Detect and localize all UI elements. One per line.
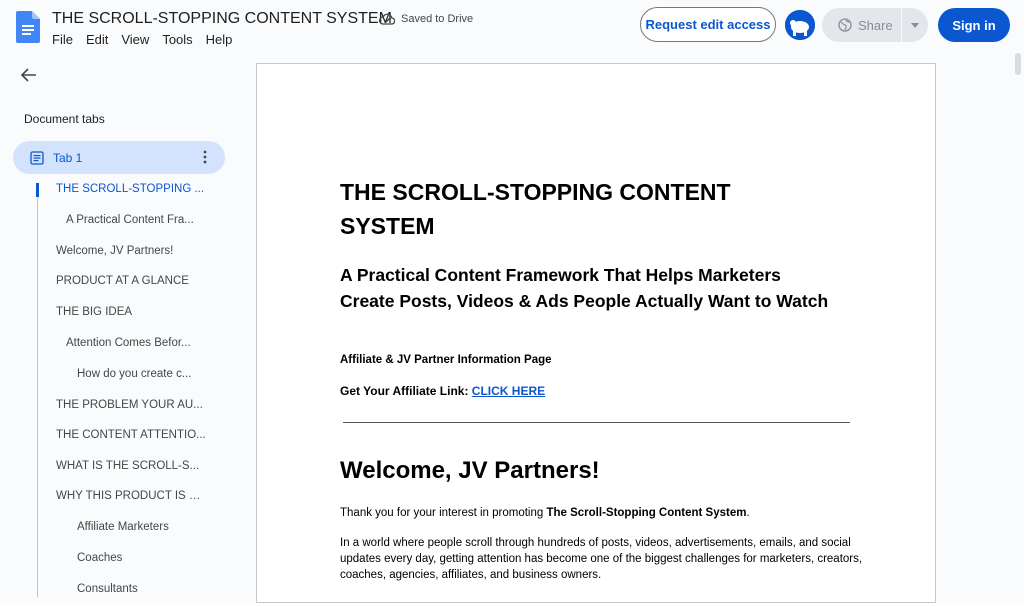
outline-item[interactable]: Consultants bbox=[77, 583, 227, 595]
outline-item[interactable]: Affiliate Marketers bbox=[77, 521, 227, 533]
cloud-check-icon bbox=[379, 13, 395, 25]
tab-label: Tab 1 bbox=[53, 150, 83, 165]
outline-active-indicator bbox=[36, 183, 39, 197]
scrollbar-thumb[interactable] bbox=[1015, 53, 1021, 75]
document-title[interactable]: THE SCROLL-STOPPING CONTENT SYSTEM bbox=[52, 10, 392, 28]
affiliate-link-line: Get Your Affiliate Link: CLICK HERE bbox=[340, 384, 545, 398]
top-bar: THE SCROLL-STOPPING CONTENT SYSTEM Saved… bbox=[0, 0, 1024, 56]
intro-paragraph: In a world where people scroll through h… bbox=[340, 537, 863, 581]
document-icon bbox=[30, 150, 44, 165]
caret-down-icon bbox=[911, 22, 919, 28]
share-label: Share bbox=[858, 17, 893, 33]
sign-in-button[interactable]: Sign in bbox=[938, 8, 1010, 42]
doc-heading-2: A Practical Content Framework That Helps… bbox=[340, 265, 829, 311]
affiliate-link-prefix: Get Your Affiliate Link: bbox=[340, 384, 472, 398]
doc-heading-1: THE SCROLL-STOPPING CONTENT SYSTEM bbox=[340, 179, 731, 239]
outline-item[interactable]: WHY THIS PRODUCT IS E... bbox=[56, 490, 206, 502]
outline-item[interactable]: Coaches bbox=[77, 552, 227, 564]
click-here-link[interactable]: CLICK HERE bbox=[472, 384, 545, 398]
share-button[interactable]: Share bbox=[822, 8, 928, 42]
scrollbar[interactable] bbox=[1012, 56, 1024, 597]
document-page[interactable]: THE SCROLL-STOPPING CONTENT SYSTEM A Pra… bbox=[256, 63, 936, 603]
horizontal-divider bbox=[343, 422, 850, 423]
welcome-heading: Welcome, JV Partners! bbox=[340, 457, 600, 484]
outline-item[interactable]: Welcome, JV Partners! bbox=[56, 245, 206, 257]
share-main[interactable]: Share bbox=[822, 8, 902, 42]
outline-guide-line bbox=[37, 183, 38, 597]
menu-help[interactable]: Help bbox=[206, 32, 240, 47]
arrow-back-icon[interactable] bbox=[18, 64, 40, 86]
outline-item[interactable]: WHAT IS THE SCROLL-S... bbox=[56, 460, 206, 472]
outline-item[interactable]: A Practical Content Fra... bbox=[66, 214, 216, 226]
user-avatar-icon bbox=[785, 10, 815, 40]
share-dropdown[interactable] bbox=[902, 22, 928, 28]
outline-item[interactable]: How do you create c... bbox=[77, 368, 207, 380]
tab-1[interactable]: Tab 1 bbox=[13, 141, 225, 174]
sidebar-title: Document tabs bbox=[24, 112, 105, 126]
thanks-suffix: . bbox=[746, 507, 750, 519]
outline-item[interactable]: THE PROBLEM YOUR AU... bbox=[56, 399, 206, 411]
outline-item[interactable]: THE CONTENT ATTENTIO... bbox=[56, 429, 206, 441]
affiliate-heading: Affiliate & JV Partner Information Page bbox=[340, 354, 552, 366]
thanks-prefix: Thank you for your interest in promoting bbox=[340, 507, 547, 519]
menu-bar: File Edit View Tools Help bbox=[52, 32, 245, 47]
menu-view[interactable]: View bbox=[121, 32, 156, 47]
outline-item[interactable]: THE BIG IDEA bbox=[56, 306, 206, 318]
globe-icon bbox=[838, 18, 852, 32]
docs-logo-icon[interactable] bbox=[16, 11, 40, 43]
avatar[interactable] bbox=[785, 10, 815, 40]
product-name-bold: The Scroll-Stopping Content System bbox=[546, 507, 747, 519]
outline-item[interactable]: THE SCROLL-STOPPING ... bbox=[56, 183, 206, 195]
request-edit-access-button[interactable]: Request edit access bbox=[640, 7, 776, 42]
menu-file[interactable]: File bbox=[52, 32, 80, 47]
menu-edit[interactable]: Edit bbox=[86, 32, 115, 47]
save-status-label: Saved to Drive bbox=[401, 13, 474, 25]
save-status[interactable]: Saved to Drive bbox=[379, 13, 473, 25]
outline-item[interactable]: PRODUCT AT A GLANCE bbox=[56, 275, 206, 287]
more-vert-icon[interactable] bbox=[203, 150, 207, 164]
menu-tools[interactable]: Tools bbox=[162, 32, 199, 47]
outline-item[interactable]: Attention Comes Befor... bbox=[66, 337, 216, 349]
thanks-paragraph: Thank you for your interest in promoting… bbox=[340, 507, 750, 519]
